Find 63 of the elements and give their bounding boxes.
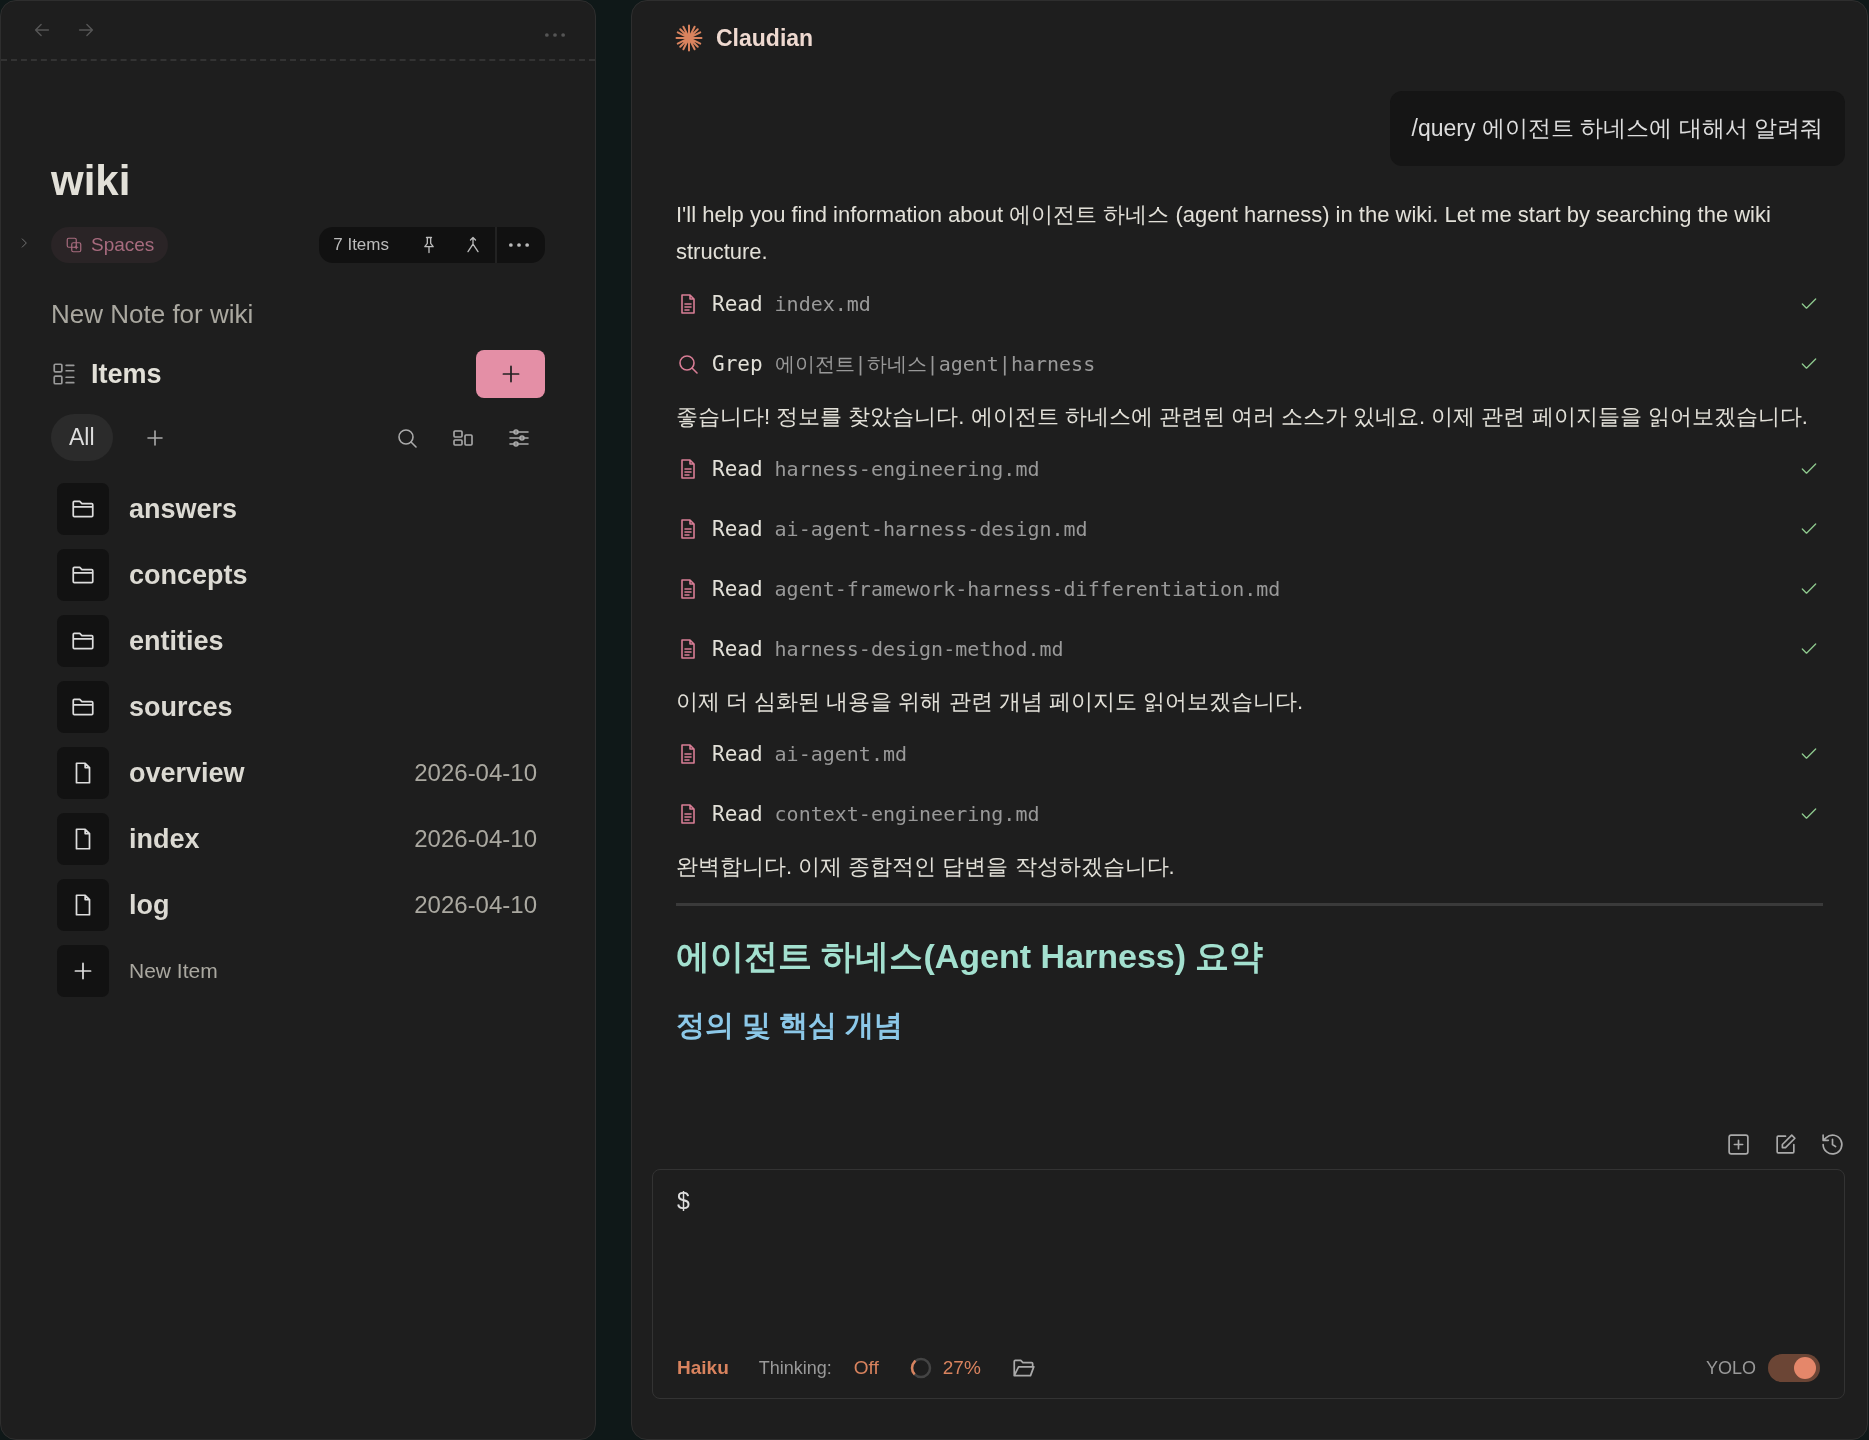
item-name[interactable]: sources — [129, 691, 233, 723]
tool-argument: harness-design-method.md — [774, 637, 1064, 661]
yolo-label: YOLO — [1705, 1357, 1756, 1379]
context-gauge — [908, 1356, 933, 1380]
tool-argument: 에이전트|하네스|agent|harness — [774, 350, 1096, 378]
tool-name: Read — [712, 637, 763, 661]
edit-button[interactable] — [1773, 1132, 1798, 1157]
more-icon — [509, 243, 529, 247]
tool-argument: context-engineering.md — [774, 802, 1040, 826]
message-input[interactable]: $ — [677, 1188, 1820, 1354]
item-date: 2026-04-10 — [414, 759, 537, 787]
tool-name: Read — [712, 517, 763, 541]
item-name[interactable]: overview — [129, 757, 245, 789]
spaces-icon — [65, 236, 83, 254]
tool-name: Read — [712, 802, 763, 826]
tool-argument: ai-agent-harness-design.md — [774, 517, 1088, 541]
search-icon — [676, 352, 700, 376]
assistant-text: 완벽합니다. 이제 종합적인 답변을 작성하겠습니다. — [676, 853, 1176, 881]
assistant-text: 이제 더 심화된 내용을 위해 관련 개념 페이지도 읽어보겠습니다. — [676, 688, 1304, 716]
thinking-label: Thinking: — [758, 1357, 832, 1379]
item-date: 2026-04-10 — [414, 891, 537, 919]
section-title: Items — [91, 358, 162, 390]
assistant-text: I'll help you find information about 에이전트 하네스 (agent harness) in the wiki. Let me start by searching the wiki structure. — [676, 201, 1772, 266]
add-button[interactable] — [476, 350, 545, 398]
new-chat-button[interactable] — [1726, 1132, 1751, 1157]
context-percentage: 27% — [942, 1357, 981, 1379]
model-selector[interactable]: Haiku — [677, 1357, 729, 1379]
tool-name: Read — [712, 742, 763, 766]
item-count: 7 Items — [332, 235, 390, 255]
tool-name: Read — [712, 577, 763, 601]
item-name[interactable]: answers — [129, 493, 238, 525]
tool-name: Read — [712, 292, 763, 316]
filter-tab[interactable]: All — [51, 414, 113, 461]
item-name[interactable]: log — [129, 889, 170, 921]
page-title: wiki — [51, 157, 132, 205]
subheading: 정의 및 핵심 개념 — [676, 1008, 905, 1043]
chat-title: Claudian — [716, 24, 814, 52]
tool-argument: ai-agent.md — [774, 742, 908, 766]
new-note-link[interactable]: New Note for wiki — [51, 299, 545, 330]
item-date: 2026-04-10 — [414, 825, 537, 853]
item-name[interactable]: index — [129, 823, 200, 855]
yolo-toggle[interactable] — [1768, 1354, 1820, 1382]
user-message: /query 에이전트 하네스에 대해서 알려줘 — [1389, 91, 1845, 166]
tool-name: Read — [712, 457, 763, 481]
tool-argument: harness-engineering.md — [774, 457, 1040, 481]
history-icon — [1820, 1132, 1845, 1157]
spaces-chip[interactable]: Spaces — [51, 227, 169, 263]
item-name[interactable]: entities — [129, 625, 224, 657]
message-input-box[interactable]: $ Haiku Thinking: Off 27% YOLO — [652, 1169, 1845, 1399]
tool-argument: index.md — [774, 292, 871, 316]
history-button[interactable] — [1820, 1132, 1845, 1157]
sparkle-icon — [674, 23, 704, 53]
new-item-button[interactable]: New Item — [129, 959, 218, 983]
list-icon — [51, 361, 77, 387]
item-name[interactable]: concepts — [129, 559, 248, 591]
assistant-text: 좋습니다! 정보를 찾았습니다. 에이전트 하네스에 관련된 여러 소스가 있네요. 이제 관련 페이지들을 읽어보겠습니다. — [676, 403, 1809, 431]
tool-name: Grep — [712, 352, 763, 376]
heading: 에이전트 하네스(Agent Harness) 요약 — [676, 936, 1265, 977]
thinking-selector[interactable]: Off — [853, 1357, 879, 1379]
tool-argument: agent-framework-harness-differentiation.md — [774, 577, 1281, 601]
more-icon — [545, 33, 565, 37]
edit-icon — [1773, 1132, 1798, 1157]
add-square-icon — [1726, 1132, 1751, 1157]
